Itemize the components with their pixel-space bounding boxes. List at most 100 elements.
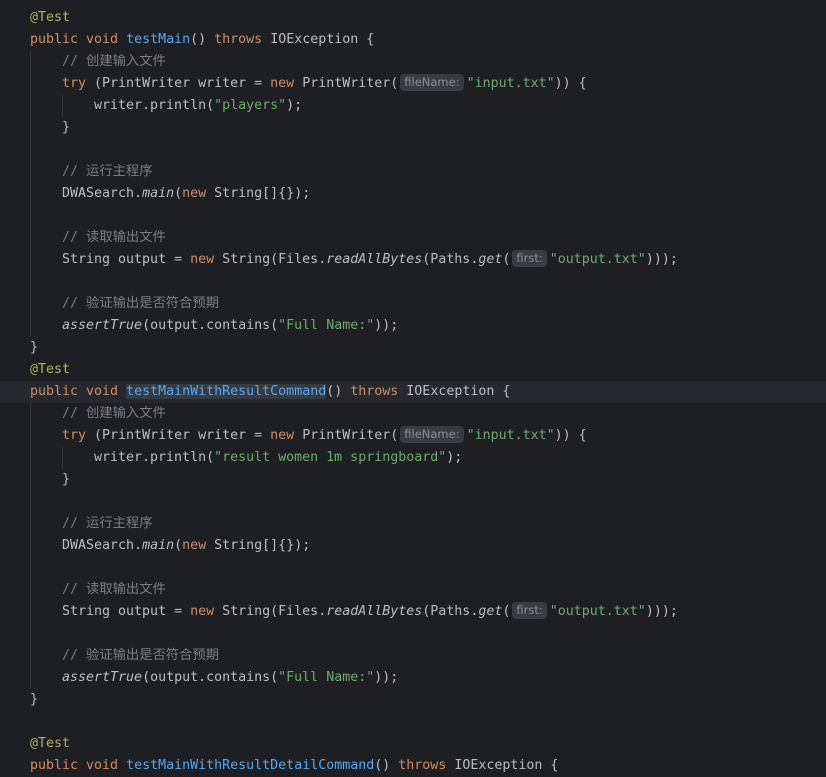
code-line[interactable]: // 读取输出文件 <box>0 227 826 249</box>
code-token: main <box>142 538 175 553</box>
code-token: )) { <box>554 76 587 91</box>
code-line[interactable]: String output = new String(Files.readAll… <box>0 601 826 623</box>
code-token: (PrintWriter writer = <box>94 428 271 443</box>
code-token: (Paths. <box>422 252 479 267</box>
code-line[interactable]: try (PrintWriter writer = new PrintWrite… <box>0 73 826 95</box>
code-token: DWASearch. <box>62 538 143 553</box>
code-line[interactable]: // 运行主程序 <box>0 513 826 535</box>
code-token: () <box>374 758 399 773</box>
code-token: throws <box>350 384 407 399</box>
code-token: ))); <box>645 252 678 267</box>
code-token: // 运行主程序 <box>62 164 153 179</box>
code-token: PrintWriter( <box>302 428 399 443</box>
code-line[interactable]: @Test <box>0 733 826 755</box>
code-line[interactable]: } <box>0 337 826 359</box>
code-token: new <box>190 252 223 267</box>
code-line[interactable]: assertTrue(output.contains("Full Name:")… <box>0 667 826 689</box>
code-token: try <box>62 428 95 443</box>
code-line[interactable] <box>0 491 826 513</box>
parameter-hint: fileName: <box>400 74 464 91</box>
code-line[interactable]: public void testMain() throws IOExceptio… <box>0 29 826 51</box>
code-token: "Full Name:" <box>278 670 375 685</box>
code-token: "output.txt" <box>549 252 646 267</box>
method-name: testMain <box>126 32 191 47</box>
code-line[interactable]: assertTrue(output.contains("Full Name:")… <box>0 315 826 337</box>
code-line[interactable]: // 运行主程序 <box>0 161 826 183</box>
method-name: testMainWithResultDetailCommand <box>126 758 375 773</box>
code-token: () <box>326 384 351 399</box>
code-token: String output = <box>62 604 191 619</box>
code-line[interactable]: public void testMainWithResultCommand() … <box>0 381 826 403</box>
code-line[interactable]: } <box>0 469 826 491</box>
code-line[interactable] <box>0 711 826 733</box>
code-token: String[]{}); <box>214 538 311 553</box>
code-token: String output = <box>62 252 191 267</box>
code-token: main <box>142 186 175 201</box>
code-line[interactable]: @Test <box>0 7 826 29</box>
code-token: writer.println( <box>94 98 215 113</box>
code-token: // 创建输入文件 <box>62 406 166 421</box>
code-token: assertTrue <box>62 318 143 333</box>
code-token: IOException { <box>454 758 559 773</box>
code-token: "input.txt" <box>466 428 555 443</box>
code-line[interactable]: DWASearch.main(new String[]{}); <box>0 535 826 557</box>
code-token: )); <box>374 670 399 685</box>
code-line[interactable] <box>0 271 826 293</box>
code-token: throws <box>398 758 455 773</box>
code-line[interactable]: // 读取输出文件 <box>0 579 826 601</box>
code-token: "input.txt" <box>466 76 555 91</box>
code-token: new <box>270 76 303 91</box>
code-token: ( <box>502 252 511 267</box>
code-token: // 验证输出是否符合预期 <box>62 648 219 663</box>
code-line[interactable]: DWASearch.main(new String[]{}); <box>0 183 826 205</box>
code-token: IOException { <box>406 384 511 399</box>
code-line[interactable] <box>0 623 826 645</box>
code-token: @Test <box>30 736 71 751</box>
code-line[interactable] <box>0 557 826 579</box>
code-token: @Test <box>30 362 71 377</box>
code-token: "players" <box>214 98 287 113</box>
code-token: "result women 1m springboard" <box>214 450 447 465</box>
code-token: (Paths. <box>422 604 479 619</box>
code-token: )) { <box>554 428 587 443</box>
code-token: () <box>190 32 215 47</box>
code-token: readAllBytes <box>326 604 423 619</box>
code-token: ( <box>174 538 183 553</box>
code-token: writer.println( <box>94 450 215 465</box>
code-token: } <box>30 340 39 355</box>
code-line[interactable]: } <box>0 689 826 711</box>
code-line[interactable]: // 验证输出是否符合预期 <box>0 293 826 315</box>
code-line[interactable]: } <box>0 117 826 139</box>
code-token: public void <box>30 384 127 399</box>
code-token: // 验证输出是否符合预期 <box>62 296 219 311</box>
code-token: } <box>62 120 71 135</box>
code-line[interactable]: try (PrintWriter writer = new PrintWrite… <box>0 425 826 447</box>
code-token: throws <box>214 32 271 47</box>
code-line[interactable]: @Test <box>0 359 826 381</box>
code-token: (output.contains( <box>142 318 279 333</box>
code-line[interactable]: // 验证输出是否符合预期 <box>0 645 826 667</box>
code-token: } <box>62 472 71 487</box>
code-line[interactable]: // 创建输入文件 <box>0 403 826 425</box>
code-token: new <box>182 186 215 201</box>
code-token: ( <box>502 604 511 619</box>
code-token: String(Files. <box>222 604 327 619</box>
code-token: IOException { <box>270 32 375 47</box>
code-line[interactable]: public void testMainWithResultDetailComm… <box>0 755 826 777</box>
code-token: get <box>478 252 503 267</box>
code-line[interactable] <box>0 205 826 227</box>
code-line[interactable]: writer.println("result women 1m springbo… <box>0 447 826 469</box>
code-token: PrintWriter( <box>302 76 399 91</box>
parameter-hint: first: <box>512 602 547 619</box>
code-line[interactable]: String output = new String(Files.readAll… <box>0 249 826 271</box>
code-token: new <box>190 604 223 619</box>
code-token: assertTrue <box>62 670 143 685</box>
code-line[interactable]: // 创建输入文件 <box>0 51 826 73</box>
parameter-hint: fileName: <box>400 426 464 443</box>
code-token: ); <box>286 98 303 113</box>
code-editor[interactable]: @Test public void testMain() throws IOExc… <box>0 0 826 775</box>
code-token: String(Files. <box>222 252 327 267</box>
code-line[interactable] <box>0 139 826 161</box>
code-token: ))); <box>645 604 678 619</box>
code-line[interactable]: writer.println("players"); <box>0 95 826 117</box>
